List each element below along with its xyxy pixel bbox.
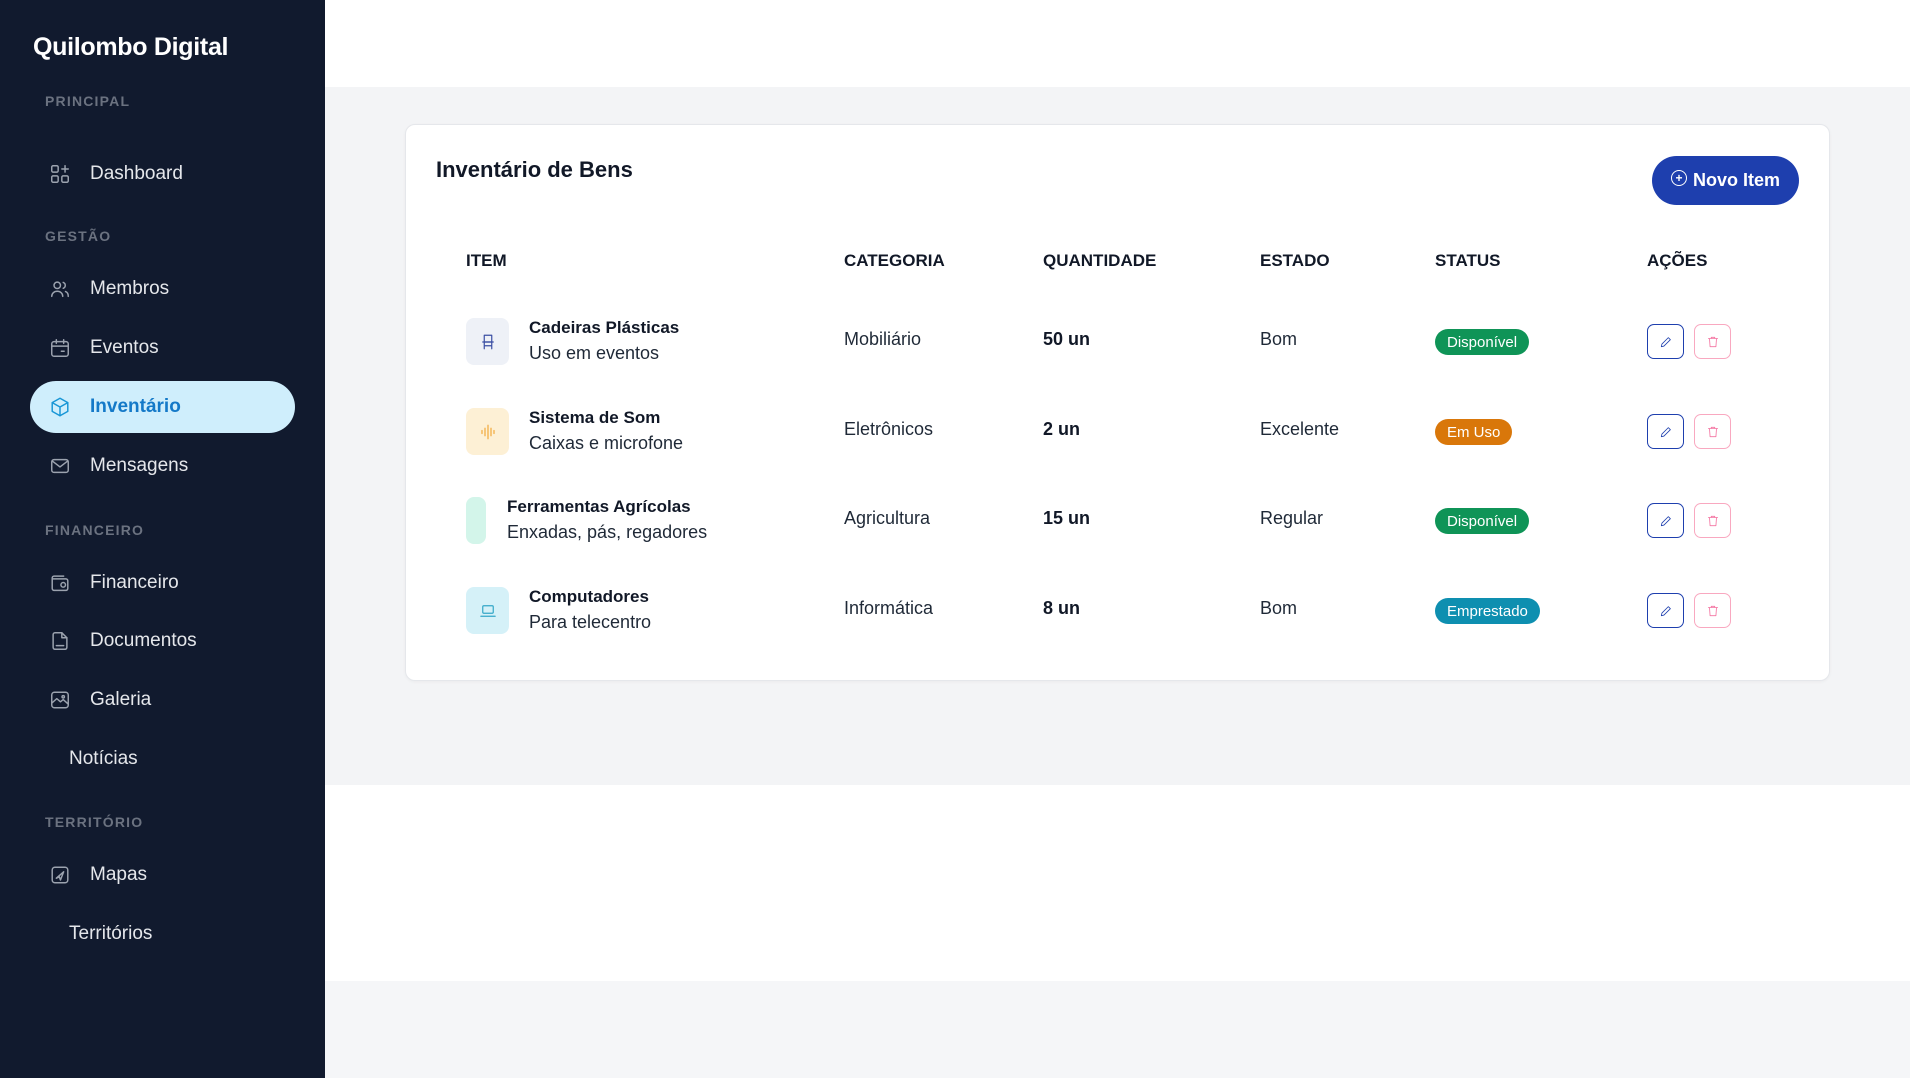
trash-icon [1707,605,1718,616]
gallery-icon [48,688,72,712]
column-header-categoria[interactable]: CATEGORIA [844,251,945,271]
nav-item-label: Financeiro [90,572,179,593]
item-category: Informática [844,598,934,618]
nav-item-label: Dashboard [90,163,183,184]
item-description: Caixas e microfone [529,433,684,453]
nav-item-galeria[interactable]: Galeria [30,674,295,726]
nav-item-label: Documentos [90,630,197,651]
trash-icon [1707,515,1718,526]
page-footer-area [325,981,1910,1078]
item-category: Mobiliário [844,329,922,349]
card-title: Inventário de Bens [436,157,633,182]
nav-item-label: Galeria [90,689,152,710]
item-state: Bom [1260,329,1298,349]
item-quantity: 50 un [1043,329,1091,349]
dashboard-icon [48,162,72,186]
nav-item-mapas[interactable]: Mapas [30,849,295,901]
plus-circle-icon: + [1670,169,1687,186]
table-row: Ferramentas Agrícolas Enxadas, pás, rega… [406,475,1829,565]
delete-button[interactable] [1694,503,1731,538]
content-band [325,785,1910,981]
column-header-quantidade[interactable]: QUANTIDADE [1043,251,1156,271]
item-category: Eletrônicos [844,419,934,439]
new-item-button[interactable]: + Novo Item [1652,156,1799,205]
document-icon [48,629,72,653]
item-description: Uso em eventos [529,343,660,363]
pencil-icon [1660,336,1671,347]
audio-icon [466,408,509,455]
item-quantity: 8 un [1043,598,1081,618]
pencil-icon [1660,605,1671,616]
wallet-icon [48,571,72,595]
nav-item-label: Mapas [90,864,148,885]
users-icon [48,277,72,301]
nav-item-eventos[interactable]: Eventos [30,322,295,374]
laptop-icon [466,587,509,634]
item-name: Computadores [529,587,649,606]
nav-item-mensagens[interactable]: Mensagens [30,440,295,492]
table-row: Cadeiras Plásticas Uso em eventos Mobili… [406,296,1829,386]
nav-item-membros[interactable]: Membros [30,263,295,315]
inventory-card: Inventário de Bens + Novo Item ITEM CATE… [405,124,1830,681]
section-label-gestao: GESTÃO [45,228,112,244]
calendar-icon [48,336,72,360]
column-header-status[interactable]: STATUS [1435,251,1500,271]
nav-item-label: Membros [90,278,170,299]
trash-icon [1707,336,1718,347]
nav-item-financeiro[interactable]: Financeiro [30,557,295,609]
item-description: Enxadas, pás, regadores [507,522,708,542]
map-icon [48,863,72,887]
trash-icon [1707,426,1718,437]
nav-item-label: Inventário [90,396,181,417]
item-name: Sistema de Som [529,408,661,427]
edit-button[interactable] [1647,593,1684,628]
sidebar: Quilombo Digital PRINCIPAL Dashboard GES… [0,0,325,1078]
mail-icon [48,454,72,478]
status-badge: Disponível [1435,329,1530,355]
nav-item-label: Territórios [69,923,153,944]
nav-item-label: Eventos [90,337,159,358]
section-label-territorio: TERRITÓRIO [45,814,144,830]
nav-item-label: Mensagens [90,455,189,476]
new-item-button-label: Novo Item [1692,170,1780,190]
edit-button[interactable] [1647,324,1684,359]
item-state: Bom [1260,598,1298,618]
tools-icon [466,497,486,544]
nav-item-inventario[interactable]: Inventário [30,381,295,433]
item-name: Cadeiras Plásticas [529,318,680,337]
pencil-icon [1660,515,1671,526]
section-label-principal: PRINCIPAL [45,93,131,109]
column-header-estado[interactable]: ESTADO [1260,251,1330,271]
delete-button[interactable] [1694,414,1731,449]
nav-item-territorios[interactable]: Territórios [30,908,295,960]
edit-button[interactable] [1647,503,1684,538]
nav-item-label: Notícias [69,748,138,769]
column-header-acoes: AÇÕES [1647,251,1708,270]
item-description: Para telecentro [529,612,652,632]
item-name: Ferramentas Agrícolas [507,497,691,516]
nav-item-dashboard[interactable]: Dashboard [30,148,295,200]
edit-button[interactable] [1647,414,1684,449]
table-row: Sistema de Som Caixas e microfone Eletrô… [406,386,1829,476]
status-badge: Emprestado [1435,598,1540,624]
pencil-icon [1660,426,1671,437]
nav-item-noticias[interactable]: Notícias [30,733,295,785]
top-header [325,0,1910,87]
item-category: Agricultura [844,508,931,528]
delete-button[interactable] [1694,593,1731,628]
brand-logo[interactable]: Quilombo Digital [33,33,229,62]
box-icon [48,395,72,419]
column-header-item[interactable]: ITEM [466,251,507,271]
item-quantity: 15 un [1043,508,1091,528]
chair-icon [466,318,509,365]
table-row: Computadores Para telecentro Informática… [406,565,1829,655]
delete-button[interactable] [1694,324,1731,359]
item-quantity: 2 un [1043,419,1081,439]
status-badge: Em Uso [1435,419,1513,445]
item-state: Excelente [1260,419,1340,439]
section-label-financeiro: FINANCEIRO [45,522,145,538]
item-state: Regular [1260,508,1324,528]
nav-item-documentos[interactable]: Documentos [30,615,295,667]
status-badge: Disponível [1435,508,1530,534]
